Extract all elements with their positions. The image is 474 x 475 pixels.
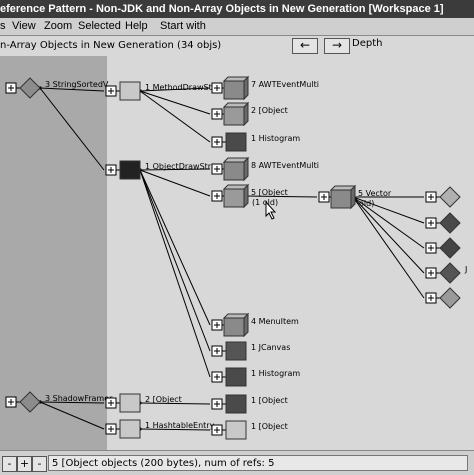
graph-node[interactable]: 1 HashtableEntry [105,419,215,439]
object-box-icon [119,160,141,180]
menu-item-selected[interactable]: Selected [78,18,121,35]
reference-graph[interactable]: 3 StringSortedV 1 MethodDrawStr 1 ObjectDr… [0,56,474,450]
reference-edge [139,90,211,115]
status-bar: - + - 5 [Object objects (200 bytes), num… [0,450,474,475]
status-menu-button[interactable]: - [32,456,47,472]
node-label: 7 AWTEventMulti [251,80,319,89]
object-diamond-icon [439,212,461,234]
node-label: 4 MenuItem [251,317,299,326]
window-title-bar: eference Pattern - Non-JDK and Non-Array… [0,0,474,18]
node-label: 8 AWTEventMulti [251,161,319,170]
graph-node[interactable]: 4 MenuItem [211,312,299,338]
object-box-icon [119,419,141,439]
node-label: 5 [Object [251,188,288,197]
object-cube-icon [223,106,245,126]
graph-node[interactable]: 1 Histogram [211,367,300,387]
reference-edge [39,87,105,171]
object-box-icon [225,420,247,440]
menu-item-file[interactable]: s [0,18,6,35]
node-label: 3 ShadowFramer [45,394,113,403]
increase-button[interactable]: + [17,456,32,472]
graph-toolbar: n-Array Objects in New Generation (34 ob… [0,36,474,56]
graph-node[interactable]: J [425,262,467,284]
menu-item-help[interactable]: Help [125,18,148,35]
reference-edge [139,90,211,143]
node-label: 2 [Object [145,395,182,404]
node-label: 1 Histogram [251,134,300,143]
node-label: 1 HashtableEntry [145,421,215,430]
object-cube-icon [223,161,245,181]
object-diamond-icon [439,186,461,208]
node-label: 1 Histogram [251,369,300,378]
graph-node[interactable]: 2 [Object [211,101,288,127]
graph-node[interactable]: 7 AWTEventMulti [211,75,319,101]
object-box-icon [225,367,247,387]
object-cube-icon [223,80,245,100]
graph-node[interactable]: 1 Histogram [211,132,300,152]
graph-node[interactable] [425,237,461,259]
node-label: J [464,265,467,274]
back-button[interactable]: ← [292,38,318,54]
node-sublabel: (1 old) [252,198,278,207]
graph-node[interactable] [425,212,461,234]
graph-node[interactable]: 5 Vectorold) [318,184,392,210]
depth-label: Depth [352,38,383,49]
object-summary: n-Array Objects in New Generation (34 ob… [0,40,222,51]
graph-node[interactable]: 3 ShadowFramer [5,391,113,413]
node-label: 2 [Object [251,106,288,115]
object-box-icon [119,393,141,413]
node-label: 1 [Object [251,396,288,405]
graph-node[interactable]: 1 [Object [211,394,288,414]
object-box-icon [225,394,247,414]
object-diamond-icon [439,237,461,259]
object-cube-icon [330,189,352,209]
node-sublabel: old) [359,199,374,208]
status-text: 5 [Object objects (200 bytes), num of re… [48,455,468,471]
node-label: 3 StringSortedV [45,80,109,89]
node-label: 1 JCanvas [251,343,290,352]
node-label: 5 Vector [358,189,392,198]
node-label: 1 [Object [251,422,288,431]
menu-item-start-with[interactable]: Start with [160,18,206,35]
graph-node[interactable]: 1 MethodDrawStr [105,81,216,101]
graph-node[interactable]: 1 [Object [211,420,288,440]
graph-node[interactable]: 1 ObjectDrawStr [105,160,212,180]
node-label: 1 MethodDrawStr [145,83,216,92]
object-box-icon [119,81,141,101]
reference-edge [352,196,425,299]
reference-edge [352,196,425,274]
graph-node[interactable] [425,287,461,309]
left-arrow-icon: ← [299,38,311,52]
graph-node[interactable] [425,186,461,208]
object-cube-icon [223,188,245,208]
reference-graph-canvas[interactable]: 3 StringSortedV 1 MethodDrawStr 1 ObjectDr… [0,56,474,450]
reference-edge [39,401,105,430]
graph-node[interactable]: 1 JCanvas [211,341,290,361]
object-cube-icon [223,317,245,337]
reference-edge [139,169,211,352]
menu-bar: s View Zoom Selected Help Start with [0,18,474,36]
object-diamond-icon [19,77,41,99]
reference-edge [139,169,211,378]
object-diamond-icon [439,287,461,309]
graph-node[interactable]: 3 StringSortedV [5,77,109,99]
decrease-button[interactable]: - [2,456,17,472]
object-diamond-icon [19,391,41,413]
object-box-icon [225,132,247,152]
object-box-icon [225,341,247,361]
graph-node[interactable]: 8 AWTEventMulti [211,156,319,182]
menu-item-view[interactable]: View [12,18,36,35]
window-title: eference Pattern - Non-JDK and Non-Array… [0,3,444,15]
reference-edge [139,169,211,326]
object-diamond-icon [439,262,461,284]
right-arrow-icon: → [331,38,343,52]
node-label: 1 ObjectDrawStr [145,162,212,171]
forward-button[interactable]: → [324,38,350,54]
menu-item-zoom[interactable]: Zoom [44,18,72,35]
